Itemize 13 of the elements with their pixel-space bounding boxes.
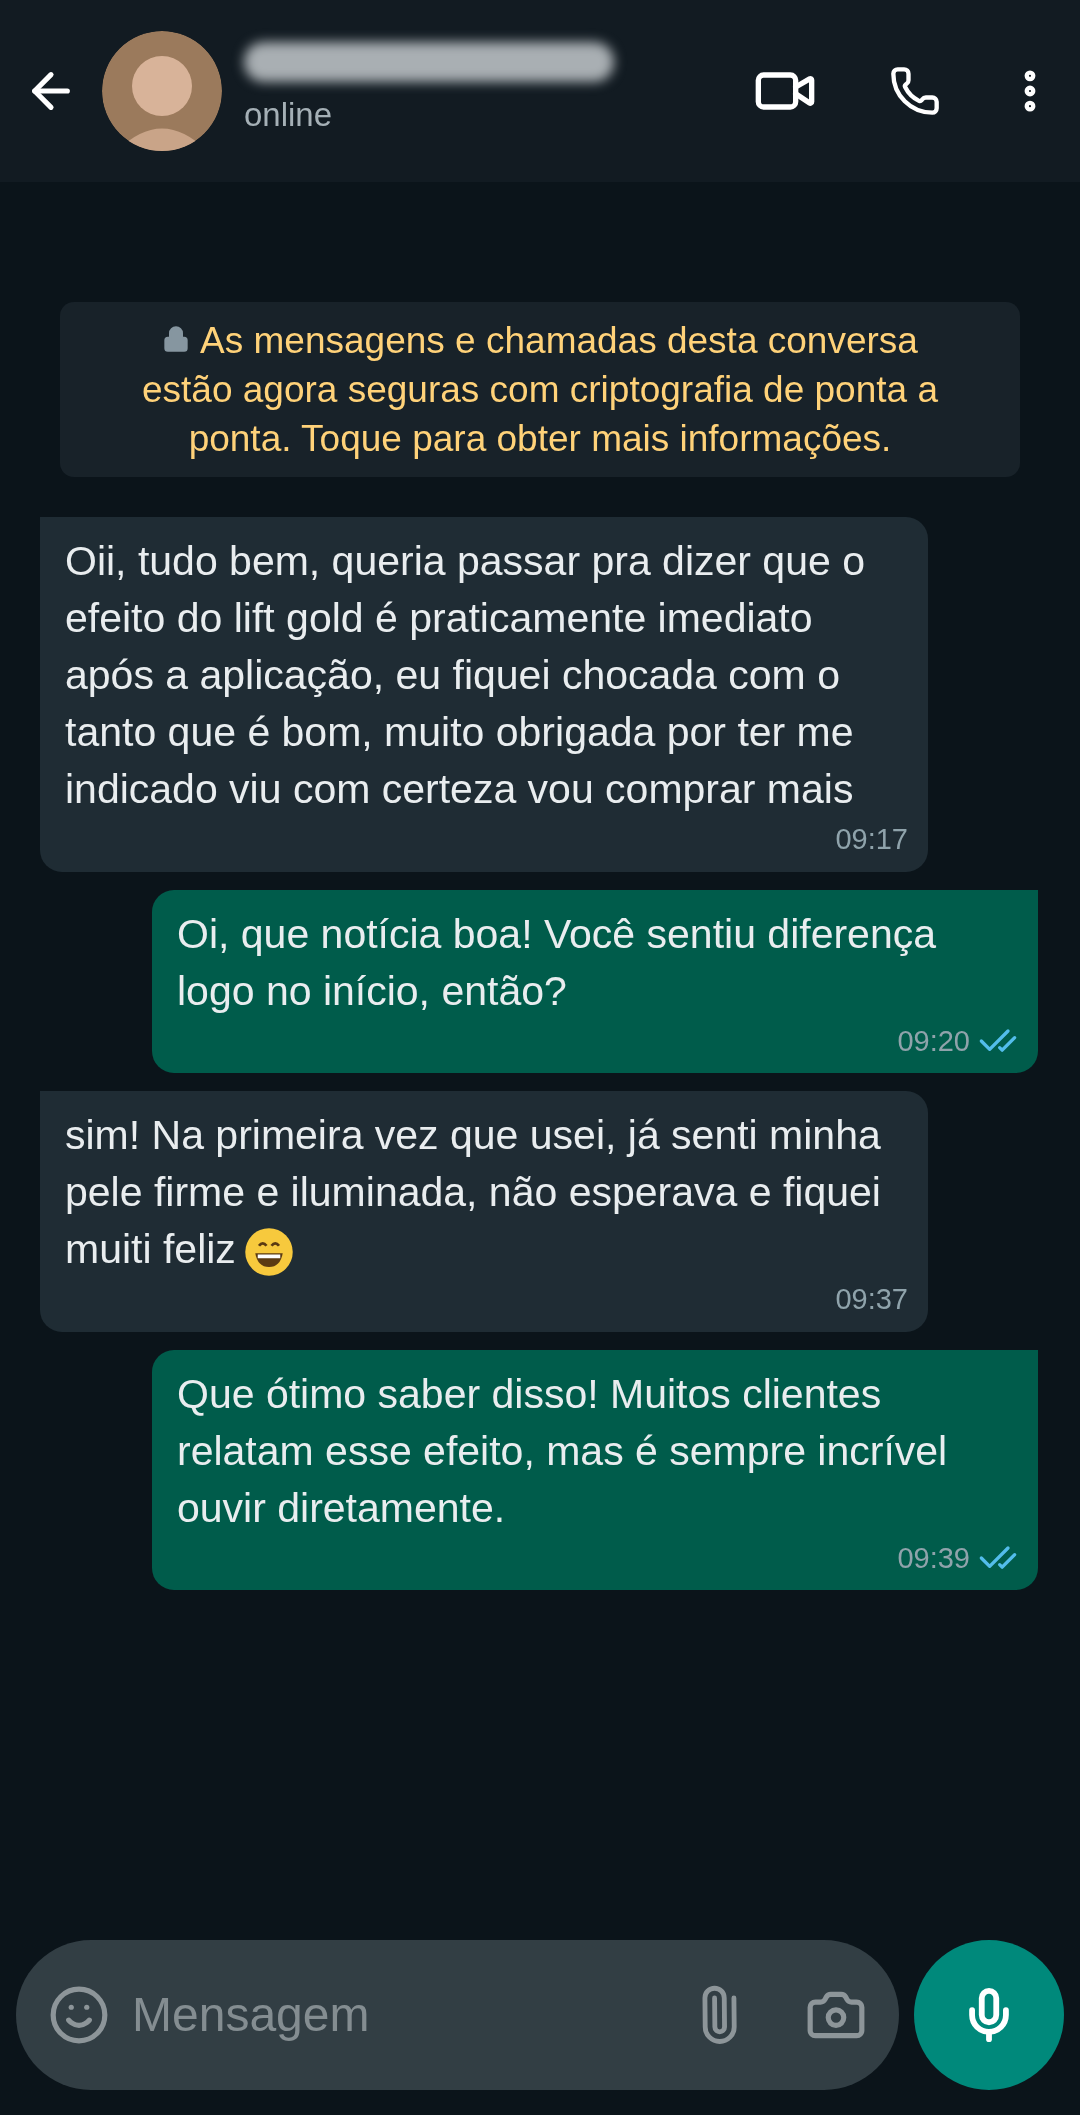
message-time: 09:20: [897, 1023, 970, 1059]
message-text: Oi, que notícia boa! Você sentiu diferença logo no início, então?: [177, 909, 937, 1016]
encryption-notice[interactable]: As mensagens e chamadas desta conversa estão agora seguras com criptografia de ponta a ponta. Toque para obter mais informações.: [60, 302, 1020, 477]
message-time: 09:39: [897, 1540, 970, 1576]
message-time: 09:17: [835, 822, 908, 857]
input-placeholder[interactable]: Mensagem: [132, 1979, 689, 2051]
message-text: sim! Na primeira vez que usei, já senti minha pele firme e iluminada, não esperava e fiquei muiti feliz: [65, 1107, 892, 1278]
message-text: Oii, tudo bem, queria passar pra dizer que o efeito do lift gold é praticamente imediato após a aplicação, eu fiquei chocada com o tanto que é bom, muito obrigada por ter me indicado viu com certeza vou comprar mais: [65, 537, 866, 814]
message-text: Que ótimo saber disso! Muitos clientes relatam esse efeito, mas é sempre incrível ouvir diretamente.: [177, 1369, 949, 1533]
notice-text: As mensagens e chamadas desta conversa estão agora seguras com criptografia de ponta a ponta. Toque para obter mais informações.: [141, 319, 939, 461]
message-time: 09:37: [835, 1282, 908, 1317]
contact-status: online: [244, 95, 334, 136]
message-input[interactable]: Mensagem: [16, 1940, 899, 2090]
